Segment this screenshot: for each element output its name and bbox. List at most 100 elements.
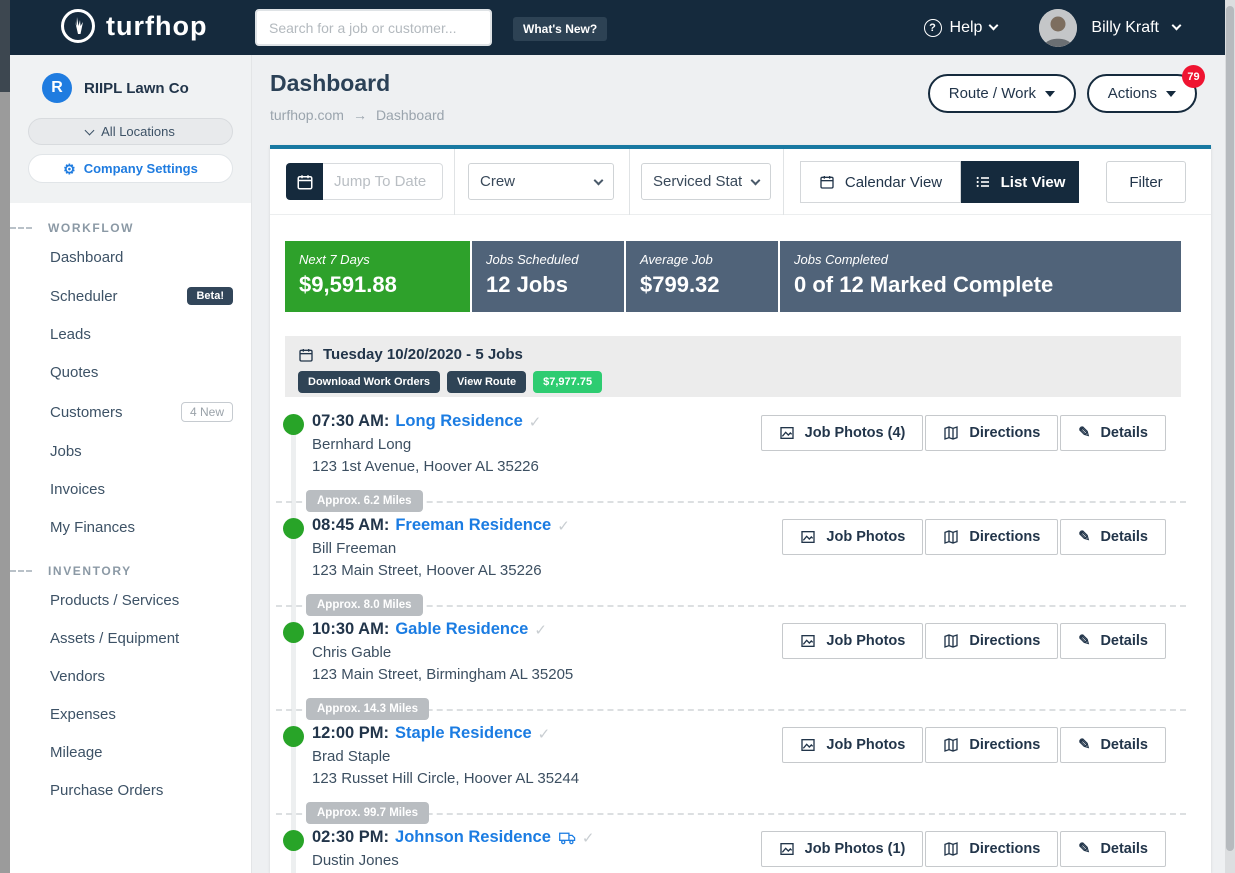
help-menu[interactable]: ? Help <box>924 19 998 37</box>
job-link[interactable]: Freeman Residence <box>395 516 551 535</box>
map-icon <box>943 841 959 857</box>
toolbar-divider <box>783 149 784 215</box>
sidebar-item-purchase-orders[interactable]: Purchase Orders <box>10 772 251 809</box>
user-name[interactable]: Billy Kraft <box>1091 19 1159 37</box>
sidebar-item-invoices[interactable]: Invoices <box>10 471 251 508</box>
gear-icon: ⚙ <box>63 162 76 176</box>
details-button[interactable]: ✎ Details <box>1060 623 1166 659</box>
stats-bar: Next 7 Days $9,591.88 Jobs Scheduled 12 … <box>285 241 1181 312</box>
date-picker-button[interactable] <box>286 163 323 200</box>
whats-new-button[interactable]: What's New? <box>513 17 607 41</box>
chevron-down-icon <box>989 21 999 31</box>
stat-next-7-days: Next 7 Days $9,591.88 <box>285 241 470 312</box>
new-count-badge: 4 New <box>181 402 233 422</box>
job-address: 123 Main Street, Hoover AL 35226 <box>312 562 1211 579</box>
crew-select[interactable]: Crew <box>468 163 614 200</box>
map-icon <box>943 529 959 545</box>
day-total-badge[interactable]: $7,977.75 <box>533 371 602 393</box>
pencil-icon: ✎ <box>1078 425 1090 441</box>
details-button[interactable]: ✎ Details <box>1060 831 1166 867</box>
map-icon <box>943 425 959 441</box>
avatar-photo <box>1039 9 1077 47</box>
details-button[interactable]: ✎ Details <box>1060 519 1166 555</box>
actions-button[interactable]: Actions <box>1087 74 1197 113</box>
check-icon[interactable]: ✓ <box>538 725 551 743</box>
jump-to-date-input[interactable] <box>323 163 443 200</box>
job-link[interactable]: Long Residence <box>395 412 522 431</box>
miles-badge: Approx. 99.7 Miles <box>306 802 429 824</box>
sidebar-item-dashboard[interactable]: Dashboard <box>10 239 251 276</box>
job-photos-button[interactable]: Job Photos <box>782 519 923 555</box>
job-link[interactable]: Staple Residence <box>395 724 532 743</box>
chevron-down-icon <box>751 175 761 185</box>
pencil-icon: ✎ <box>1078 841 1090 857</box>
stat-jobs-completed: Jobs Completed 0 of 12 Marked Complete <box>780 241 1181 312</box>
sidebar-item-leads[interactable]: Leads <box>10 316 251 353</box>
left-scrollbar[interactable] <box>0 0 10 873</box>
brand-logo[interactable]: turfhop <box>60 8 207 44</box>
job-link[interactable]: Johnson Residence <box>395 828 551 847</box>
locations-dropdown[interactable]: All Locations <box>28 118 233 145</box>
calendar-view-button[interactable]: Calendar View <box>800 161 961 203</box>
sidebar-item-expenses[interactable]: Expenses <box>10 696 251 733</box>
check-icon[interactable]: ✓ <box>534 621 547 639</box>
sidebar-item-vendors[interactable]: Vendors <box>10 658 251 695</box>
row-separator: Approx. 8.0 Miles <box>276 605 1186 607</box>
right-scrollbar[interactable] <box>1225 0 1235 873</box>
left-scrollbar-thumb[interactable] <box>0 0 10 92</box>
check-icon[interactable]: ✓ <box>529 413 542 431</box>
directions-button[interactable]: Directions <box>925 623 1058 659</box>
map-icon <box>943 633 959 649</box>
day-header: Tuesday 10/20/2020 - 5 Jobs Download Wor… <box>285 336 1181 397</box>
filter-button[interactable]: Filter <box>1106 161 1186 203</box>
check-icon[interactable]: ✓ <box>582 829 595 847</box>
stat-jobs-scheduled: Jobs Scheduled 12 Jobs <box>472 241 624 312</box>
job-photos-button[interactable]: Job Photos (1) <box>761 831 924 867</box>
company-logo[interactable]: R <box>42 73 72 103</box>
caret-down-icon <box>1166 91 1176 97</box>
directions-button[interactable]: Directions <box>925 519 1058 555</box>
company-settings-button[interactable]: ⚙ Company Settings <box>28 154 233 183</box>
sidebar-item-my-finances[interactable]: My Finances <box>10 509 251 546</box>
details-button[interactable]: ✎ Details <box>1060 415 1166 451</box>
row-separator: Approx. 6.2 Miles <box>276 501 1186 503</box>
sidebar-item-assets-equipment[interactable]: Assets / Equipment <box>10 620 251 657</box>
job-photos-button[interactable]: Job Photos (4) <box>761 415 924 451</box>
sidebar-item-mileage[interactable]: Mileage <box>10 734 251 771</box>
sidebar-item-quotes[interactable]: Quotes <box>10 354 251 391</box>
sidebar-item-customers[interactable]: Customers 4 New <box>10 392 251 432</box>
job-list: 07:30 AM: Long Residence ✓ Bernhard Long… <box>270 409 1211 873</box>
job-status-dot <box>283 414 304 435</box>
check-icon[interactable]: ✓ <box>557 517 570 535</box>
serviced-status-select[interactable]: Serviced Stat <box>641 163 771 200</box>
job-status-dot <box>283 518 304 539</box>
breadcrumb-arrow-icon: → <box>353 107 367 123</box>
search-input[interactable] <box>255 9 492 46</box>
download-work-orders-button[interactable]: Download Work Orders <box>298 371 440 393</box>
breadcrumb-site[interactable]: turfhop.com <box>270 107 344 123</box>
section-header-inventory: INVENTORY <box>10 564 251 578</box>
image-icon <box>800 633 816 649</box>
calendar-icon <box>298 347 314 363</box>
sidebar-item-scheduler[interactable]: Scheduler Beta! <box>10 277 251 315</box>
sidebar-item-products-services[interactable]: Products / Services <box>10 582 251 619</box>
breadcrumb: turfhop.com → Dashboard <box>270 107 444 123</box>
list-view-button[interactable]: List View <box>961 161 1079 203</box>
job-photos-button[interactable]: Job Photos <box>782 623 923 659</box>
directions-button[interactable]: Directions <box>925 415 1058 451</box>
directions-button[interactable]: Directions <box>925 727 1058 763</box>
job-photos-button[interactable]: Job Photos <box>782 727 923 763</box>
miles-badge: Approx. 8.0 Miles <box>306 594 423 616</box>
route-work-button[interactable]: Route / Work <box>928 74 1076 113</box>
job-address: 123 1st Avenue, Hoover AL 35226 <box>312 458 1211 475</box>
directions-button[interactable]: Directions <box>925 831 1058 867</box>
image-icon <box>800 529 816 545</box>
sidebar-item-jobs[interactable]: Jobs <box>10 433 251 470</box>
details-button[interactable]: ✎ Details <box>1060 727 1166 763</box>
miles-badge: Approx. 6.2 Miles <box>306 490 423 512</box>
user-avatar[interactable] <box>1039 9 1077 47</box>
job-link[interactable]: Gable Residence <box>395 620 528 639</box>
view-route-button[interactable]: View Route <box>447 371 526 393</box>
right-scrollbar-thumb[interactable] <box>1226 6 1234 851</box>
chevron-down-icon <box>85 125 95 135</box>
